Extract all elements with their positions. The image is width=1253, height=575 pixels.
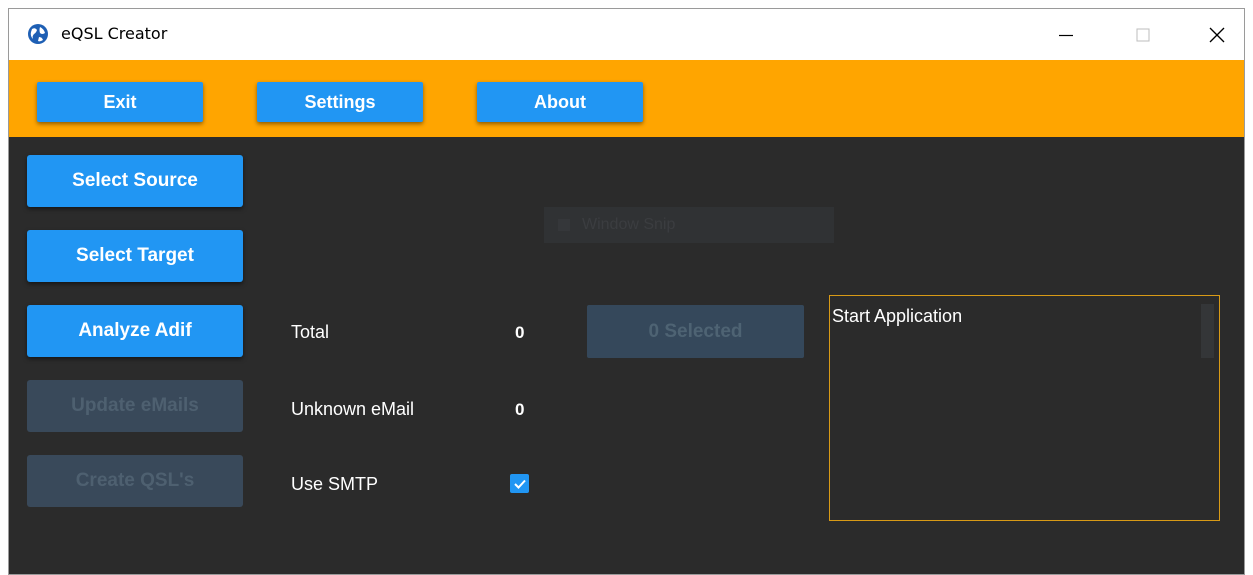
close-button[interactable] (1189, 9, 1244, 60)
toolbar: Exit Settings About (9, 60, 1244, 137)
window-title: eQSL Creator (61, 24, 168, 43)
settings-button[interactable]: Settings (257, 82, 423, 122)
create-qsls-button[interactable]: Create QSL's (27, 455, 243, 507)
title-bar: eQSL Creator (9, 9, 1244, 60)
snip-icon (558, 219, 570, 231)
close-icon (1209, 27, 1225, 42)
exit-button[interactable]: Exit (37, 82, 203, 122)
update-emails-button[interactable]: Update eMails (27, 380, 243, 432)
maximize-button[interactable] (1115, 9, 1171, 60)
globe-icon (28, 24, 48, 44)
use-smtp-checkbox[interactable] (510, 474, 529, 493)
app-window: eQSL Creator Exit Settings About Window … (8, 8, 1245, 575)
log-text: Start Application (832, 306, 963, 326)
total-label: Total (291, 322, 330, 342)
total-value: 0 (515, 323, 525, 342)
minimize-icon (1059, 34, 1073, 36)
log-panel[interactable]: Start Application (829, 295, 1220, 521)
about-button[interactable]: About (477, 82, 643, 122)
unknown-email-value: 0 (515, 400, 525, 419)
ghost-overlay: Window Snip (544, 207, 834, 243)
log-scrollbar[interactable] (1201, 304, 1214, 358)
use-smtp-label: Use SMTP (291, 474, 379, 494)
select-target-button[interactable]: Select Target (27, 230, 243, 282)
select-source-button[interactable]: Select Source (27, 155, 243, 207)
unknown-email-label: Unknown eMail (291, 399, 415, 419)
selected-count-button[interactable]: 0 Selected (587, 305, 804, 358)
minimize-button[interactable] (1038, 9, 1094, 60)
checkmark-icon (513, 479, 526, 489)
maximize-icon (1136, 28, 1150, 41)
analyze-adif-button[interactable]: Analyze Adif (27, 305, 243, 357)
ghost-label: Window Snip (582, 216, 676, 233)
